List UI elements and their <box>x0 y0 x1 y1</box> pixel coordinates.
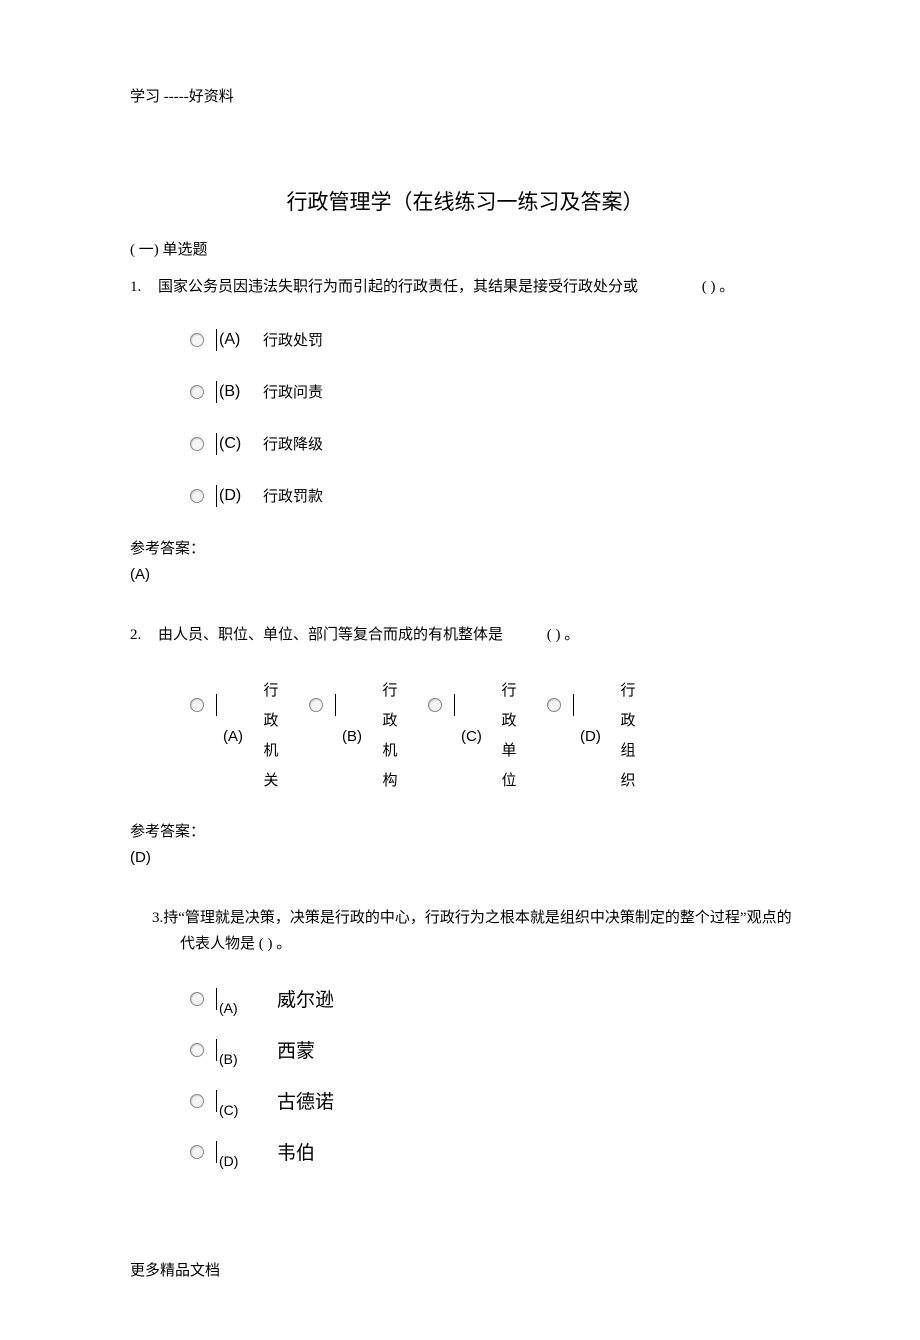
footer-note: 更多精品文档 <box>130 1259 800 1280</box>
option-text: 威尔逊 <box>277 985 334 1016</box>
question-2-text: 2.由人员、职位、单位、部门等复合而成的有机整体是 ( ) 。 <box>130 623 800 649</box>
question-blank: ( ) 。 <box>547 627 580 643</box>
option-letter: (A) <box>223 728 245 745</box>
answer-block: 参考答案： (D) <box>130 820 800 866</box>
option-text: 行政处罚 <box>263 329 323 350</box>
answer-block: 参考答案： (A) <box>130 537 800 583</box>
radio-icon[interactable] <box>428 698 442 712</box>
divider-bar <box>216 381 217 403</box>
radio-icon[interactable] <box>190 1145 204 1159</box>
option-c[interactable]: (C) 行政降级 <box>190 433 800 455</box>
option-c[interactable]: (C) 古德诺 <box>190 1087 800 1118</box>
section-label: ( 一) 单选题 <box>130 238 800 259</box>
divider-bar <box>216 1141 217 1163</box>
option-letter: (D) <box>580 728 602 745</box>
question-3-text: 3.持“管理就是决策，决策是行政的中心，行政行为之根本就是组织中决策制定的整个过… <box>130 906 800 957</box>
radio-icon[interactable] <box>190 333 204 347</box>
question-stem: 持“管理就是决策，决策是行政的中心，行政行为之根本就是组织中决策制定的整个过程”… <box>163 910 791 952</box>
divider-bar <box>335 694 336 716</box>
radio-icon[interactable] <box>190 992 204 1006</box>
option-text: 行政罚款 <box>263 485 323 506</box>
answer-value: (A) <box>130 566 800 583</box>
radio-icon[interactable] <box>190 1043 204 1057</box>
option-letter: (D) <box>219 487 263 505</box>
question-2: 2.由人员、职位、单位、部门等复合而成的有机整体是 ( ) 。 (A) 行政机关 <box>130 623 800 867</box>
question-stem: 国家公务员因违法失职行为而引起的行政责任，其结果是接受行政处分或 <box>158 279 638 295</box>
divider-bar <box>216 329 217 351</box>
radio-icon[interactable] <box>309 698 323 712</box>
divider-bar <box>573 694 574 716</box>
option-text: 韦伯 <box>277 1138 315 1169</box>
option-d[interactable]: (D) 行政罚款 <box>190 485 800 507</box>
option-d[interactable]: (D) 行政组织 <box>547 676 636 796</box>
radio-icon[interactable] <box>190 385 204 399</box>
option-text: 行政单位 <box>501 676 517 796</box>
option-letter: (C) <box>219 1102 259 1118</box>
option-a[interactable]: (A) 行政处罚 <box>190 329 800 351</box>
question-number: 2. <box>130 623 158 649</box>
divider-bar <box>216 694 217 716</box>
option-letter: (B) <box>219 383 263 401</box>
question-blank: ( ) 。 <box>702 279 735 295</box>
option-letter: (C) <box>219 435 263 453</box>
question-number: 1. <box>130 275 158 301</box>
option-letter: (D) <box>219 1153 259 1169</box>
question-1-text: 1.国家公务员因违法失职行为而引起的行政责任，其结果是接受行政处分或 ( ) 。 <box>130 275 800 301</box>
divider-bar <box>216 485 217 507</box>
option-a[interactable]: (A) 威尔逊 <box>190 985 800 1016</box>
option-text: 行政机构 <box>382 676 398 796</box>
radio-icon[interactable] <box>190 489 204 503</box>
option-text: 行政组织 <box>620 676 636 796</box>
document-title: 行政管理学（在线练习一练习及答案） <box>130 186 800 216</box>
answer-value: (D) <box>130 849 800 866</box>
option-d[interactable]: (D) 韦伯 <box>190 1138 800 1169</box>
option-text: 行政机关 <box>263 676 279 796</box>
option-text: 行政降级 <box>263 433 323 454</box>
question-1-options: (A) 行政处罚 (B) 行政问责 (C) 行政降级 (D) 行政罚款 <box>190 329 800 507</box>
option-b[interactable]: (B) 西蒙 <box>190 1036 800 1067</box>
divider-bar <box>454 694 455 716</box>
radio-icon[interactable] <box>190 437 204 451</box>
option-text: 西蒙 <box>277 1036 315 1067</box>
radio-icon[interactable] <box>190 1094 204 1108</box>
divider-bar <box>216 433 217 455</box>
question-stem: 由人员、职位、单位、部门等复合而成的有机整体是 <box>158 627 503 643</box>
document-page: 学习 -----好资料 行政管理学（在线练习一练习及答案） ( 一) 单选题 1… <box>0 0 920 1340</box>
option-text: 行政问责 <box>263 381 323 402</box>
option-letter: (A) <box>219 1000 259 1016</box>
answer-label: 参考答案： <box>130 820 800 841</box>
option-c[interactable]: (C) 行政单位 <box>428 676 517 796</box>
question-2-options: (A) 行政机关 (B) 行政机构 (C <box>190 676 800 796</box>
question-number: 3. <box>152 910 163 926</box>
option-text: 古德诺 <box>277 1087 334 1118</box>
header-note: 学习 -----好资料 <box>130 85 800 106</box>
option-letter: (A) <box>219 331 263 349</box>
divider-bar <box>216 1039 217 1061</box>
answer-label: 参考答案： <box>130 537 800 558</box>
question-3: 3.持“管理就是决策，决策是行政的中心，行政行为之根本就是组织中决策制定的整个过… <box>130 906 800 1169</box>
divider-bar <box>216 1090 217 1112</box>
option-letter: (C) <box>461 728 483 745</box>
question-1: 1.国家公务员因违法失职行为而引起的行政责任，其结果是接受行政处分或 ( ) 。… <box>130 275 800 583</box>
radio-icon[interactable] <box>190 698 204 712</box>
option-letter: (B) <box>219 1051 259 1067</box>
radio-icon[interactable] <box>547 698 561 712</box>
option-letter: (B) <box>342 728 364 745</box>
option-b[interactable]: (B) 行政机构 <box>309 676 398 796</box>
divider-bar <box>216 988 217 1010</box>
question-3-options: (A) 威尔逊 (B) 西蒙 (C) 古德诺 <box>190 985 800 1169</box>
option-a[interactable]: (A) 行政机关 <box>190 676 279 796</box>
option-b[interactable]: (B) 行政问责 <box>190 381 800 403</box>
